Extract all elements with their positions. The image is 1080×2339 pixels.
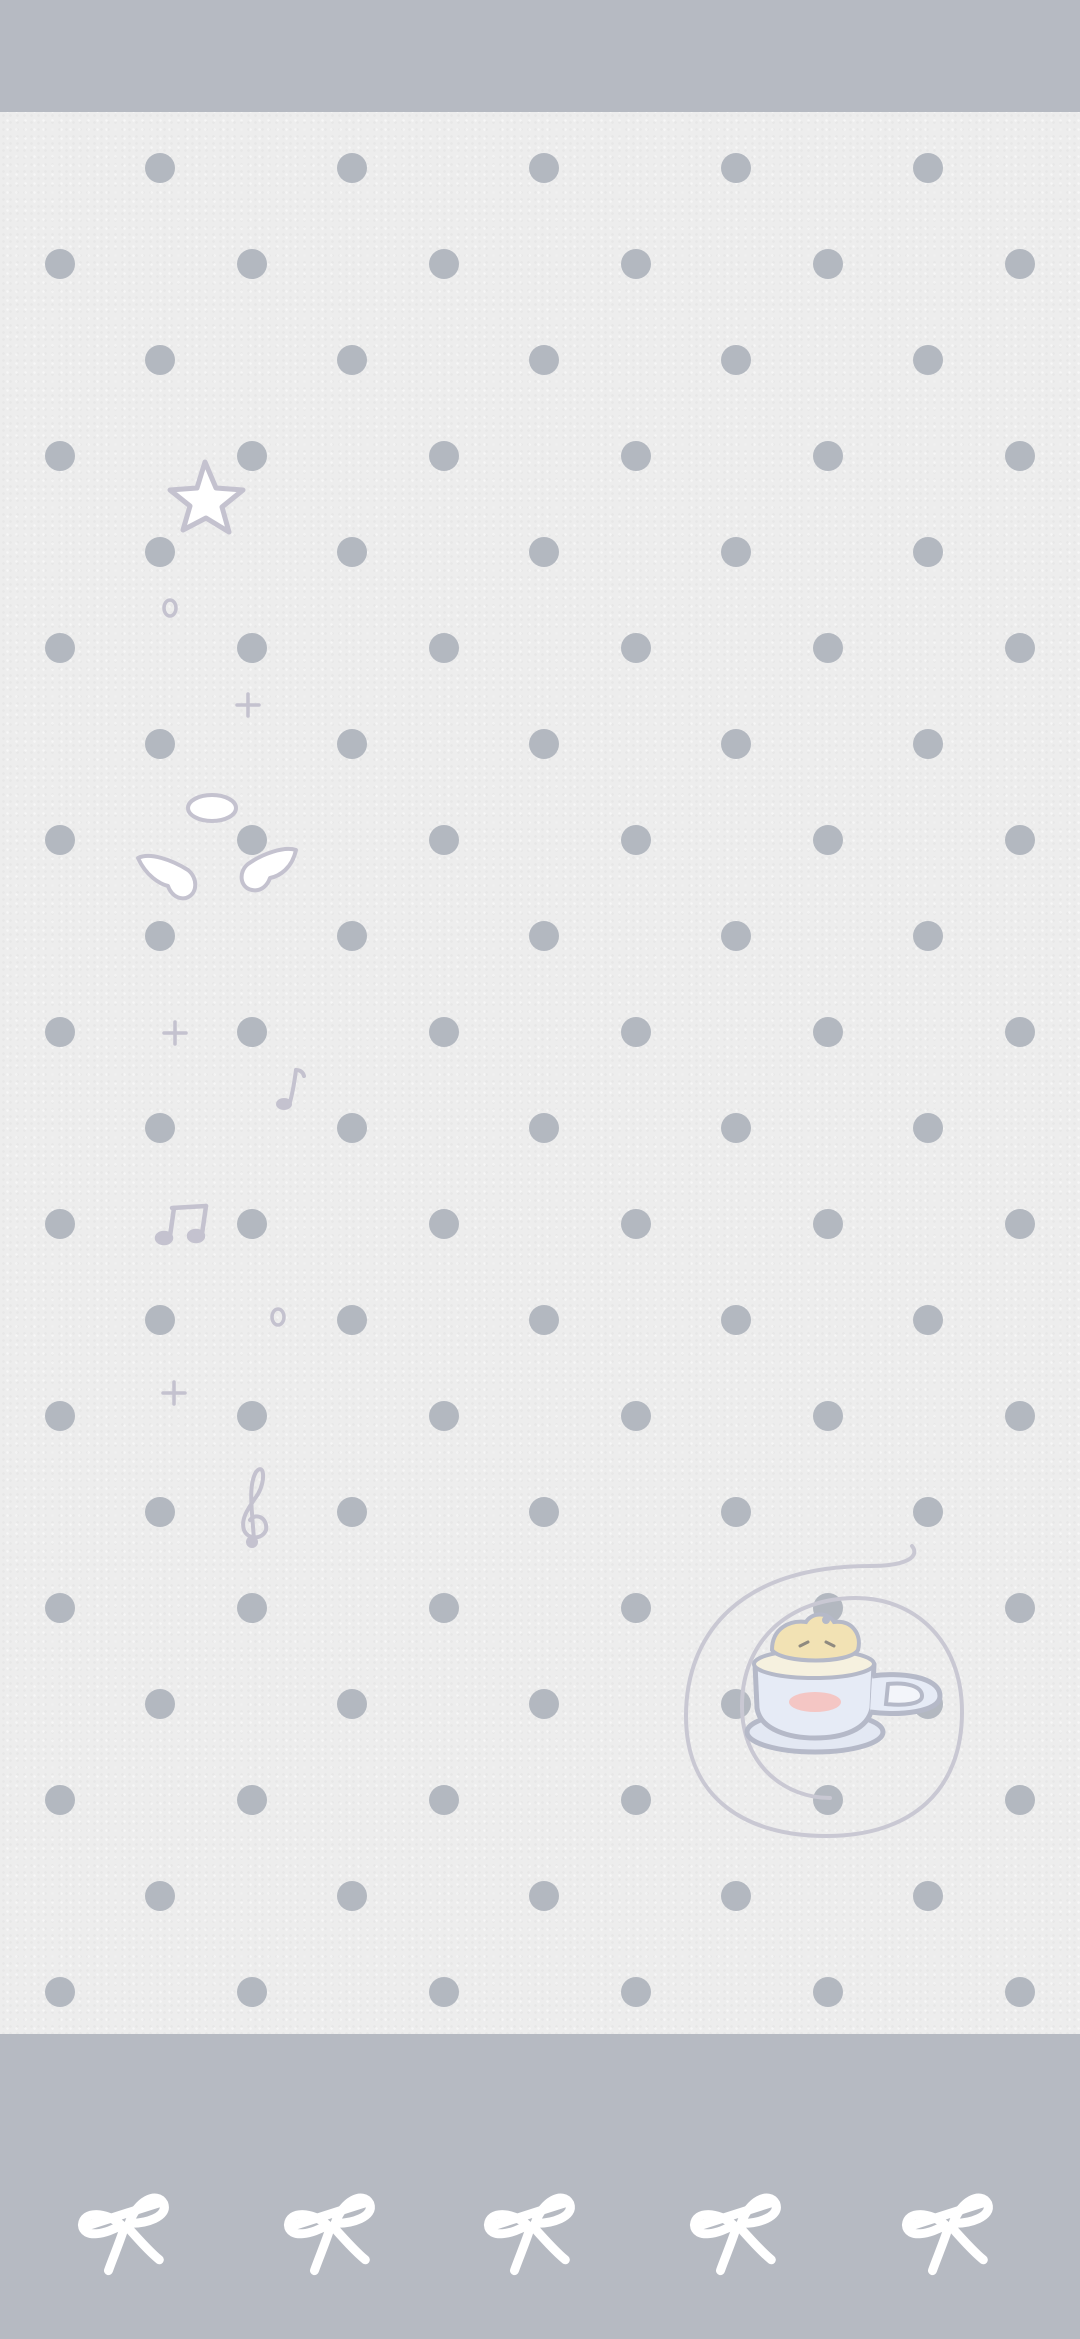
- phone-wallpaper: [0, 0, 1080, 2339]
- bow-icon: [483, 2193, 575, 2276]
- bow-icon: [283, 2193, 375, 2276]
- bow-icon: [689, 2193, 781, 2276]
- bow-icon: [77, 2193, 169, 2276]
- bow-row: [77, 2193, 993, 2276]
- bow-icon: [901, 2193, 993, 2276]
